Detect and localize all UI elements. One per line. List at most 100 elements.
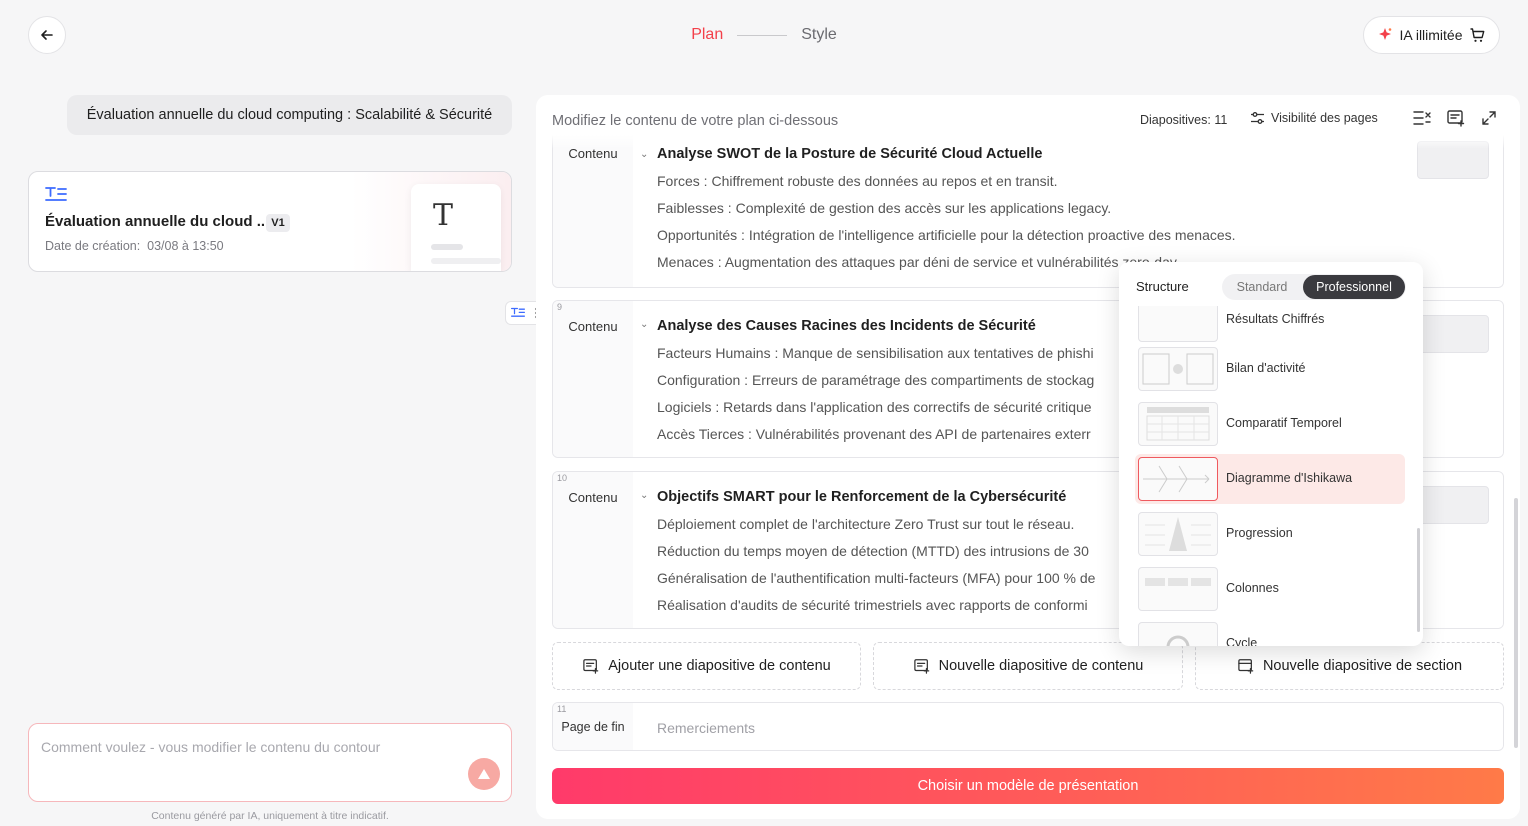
structure-option-label: Cycle bbox=[1226, 636, 1258, 646]
outline-card[interactable]: Évaluation annuelle du cloud ... V1 Date… bbox=[28, 171, 512, 272]
section-slide-icon bbox=[1238, 659, 1254, 674]
slide-bullet[interactable]: Logiciels : Retards dans l'application d… bbox=[657, 399, 1092, 415]
new-section-slide-button[interactable]: Nouvelle diapositive de section bbox=[1195, 642, 1504, 690]
slide-bullet[interactable]: Accès Tierces : Vulnérabilités provenant… bbox=[657, 426, 1091, 442]
thumb-bar bbox=[431, 258, 501, 264]
structure-option[interactable]: Comparatif Temporel bbox=[1135, 399, 1405, 449]
prompt-placeholder: Comment voulez - vous modifier le conten… bbox=[41, 739, 381, 755]
stepper: Plan Style bbox=[0, 0, 1528, 70]
step-style[interactable]: Style bbox=[801, 26, 837, 44]
slide-bullet[interactable]: Réduction du temps moyen de détection (M… bbox=[657, 543, 1089, 559]
structure-thumbnail bbox=[1138, 306, 1218, 342]
slide-type: Contenu bbox=[568, 319, 618, 334]
panel-hint: Modifiez le contenu de votre plan ci-des… bbox=[552, 113, 839, 129]
step-divider bbox=[737, 34, 788, 36]
new-content-slide-button[interactable]: Nouvelle diapositive de contenu bbox=[873, 642, 1183, 690]
slide-bullet[interactable]: Configuration : Erreurs de paramétrage d… bbox=[657, 372, 1094, 388]
step-plan[interactable]: Plan bbox=[691, 26, 723, 44]
structure-option-selected[interactable]: Diagramme d'Ishikawa bbox=[1135, 454, 1405, 504]
structure-option[interactable]: Cycle bbox=[1135, 619, 1405, 646]
structure-option[interactable]: Bilan d'activité bbox=[1135, 344, 1405, 394]
thumb-bar bbox=[431, 244, 463, 250]
slide-bullet[interactable]: Opportunités : Intégration de l'intellig… bbox=[657, 227, 1236, 243]
topic-text: Évaluation annuelle du cloud computing :… bbox=[86, 107, 493, 123]
choose-template-button[interactable]: Choisir un modèle de présentation bbox=[552, 768, 1504, 804]
sliders-icon bbox=[1251, 112, 1264, 124]
outline-icon bbox=[510, 307, 525, 317]
slide-bullet[interactable]: Forces : Chiffrement robuste des données… bbox=[657, 173, 1058, 189]
add-content-slide-button[interactable]: Ajouter une diapositive de contenu bbox=[552, 642, 861, 690]
version-badge: V1 bbox=[266, 214, 290, 232]
chevron-down-icon[interactable]: ⌄ bbox=[640, 490, 648, 501]
slide-type: Contenu bbox=[568, 490, 618, 505]
structure-option-label: Progression bbox=[1226, 526, 1293, 540]
structure-option-label: Diagramme d'Ishikawa bbox=[1226, 471, 1353, 485]
slide-title[interactable]: Objectifs SMART pour le Renforcement de … bbox=[657, 489, 1066, 505]
popup-scrollbar[interactable] bbox=[1417, 528, 1420, 632]
add-button-label: Nouvelle diapositive de contenu bbox=[938, 658, 1144, 674]
sparkle-icon bbox=[1379, 28, 1392, 40]
structure-option-label: Résultats Chiffrés bbox=[1226, 312, 1325, 326]
send-icon bbox=[478, 769, 490, 779]
slide-bullet[interactable]: Menaces : Augmentation des attaques par … bbox=[657, 254, 1180, 270]
collapse-list-icon[interactable] bbox=[1412, 109, 1432, 127]
topic-chip: Évaluation annuelle du cloud computing :… bbox=[67, 95, 512, 135]
structure-option-label: Comparatif Temporel bbox=[1226, 416, 1342, 430]
slide-number: 11 bbox=[557, 704, 567, 714]
add-button-label: Nouvelle diapositive de section bbox=[1262, 658, 1463, 674]
doc-date: Date de création: 03/08 à 13:50 bbox=[45, 239, 224, 253]
page-scrollbar[interactable] bbox=[1514, 498, 1518, 748]
layout-thumbnail[interactable] bbox=[1417, 486, 1489, 524]
slide-bullet[interactable]: Réalisation d'audits de sécurité trimest… bbox=[657, 597, 1088, 613]
add-slide-icon[interactable] bbox=[1446, 109, 1466, 127]
chevron-down-icon[interactable]: ⌄ bbox=[640, 319, 648, 330]
prompt-input[interactable]: Comment voulez - vous modifier le conten… bbox=[28, 723, 512, 802]
chevron-down-icon[interactable]: ⌄ bbox=[640, 149, 648, 160]
structure-popup: Structure Standard Professionnel Résulta… bbox=[1119, 262, 1423, 646]
structure-thumbnail bbox=[1138, 347, 1218, 391]
panel-toolbar bbox=[1412, 109, 1498, 127]
scroll-fade bbox=[552, 135, 1504, 149]
structure-option[interactable]: Résultats Chiffrés bbox=[1135, 306, 1405, 345]
slide-body: Remerciements bbox=[633, 703, 1503, 750]
send-button[interactable] bbox=[468, 758, 500, 790]
structure-option[interactable]: Colonnes bbox=[1135, 564, 1405, 614]
add-button-label: Ajouter une diapositive de contenu bbox=[608, 658, 831, 674]
slide-number: 9 bbox=[557, 302, 563, 312]
outline-icon bbox=[45, 187, 67, 201]
page-visibility-button[interactable]: Visibilité des pages bbox=[1250, 111, 1378, 125]
date-label: Date de création: bbox=[45, 239, 141, 253]
add-slide-icon bbox=[913, 659, 929, 674]
structure-option[interactable]: Progression bbox=[1135, 509, 1405, 559]
ai-disclaimer: Contenu généré par IA, uniquement à titr… bbox=[151, 810, 389, 822]
thumb-letter: T bbox=[433, 198, 454, 233]
slide-bullet[interactable]: Faiblesses : Complexité de gestion des a… bbox=[657, 200, 1111, 216]
slide-bullet[interactable]: Déploiement complet de l'architecture Ze… bbox=[657, 516, 1074, 532]
structure-thumbnail bbox=[1138, 457, 1218, 501]
slides-count: Diapositives: 11 bbox=[1140, 113, 1228, 127]
structure-thumbnail bbox=[1138, 622, 1218, 646]
expand-icon[interactable] bbox=[1480, 109, 1498, 127]
slide-bullet[interactable]: Généralisation de l'authentification mul… bbox=[657, 570, 1095, 586]
structure-option-label: Colonnes bbox=[1226, 581, 1279, 595]
slide-title[interactable]: Analyse des Causes Racines des Incidents… bbox=[657, 318, 1036, 334]
tab-standard[interactable]: Standard bbox=[1222, 274, 1302, 300]
slide-number: 10 bbox=[557, 473, 568, 483]
ia-unlimited-button[interactable]: IA illimitée bbox=[1363, 16, 1500, 54]
add-slide-icon bbox=[583, 659, 599, 674]
structure-tabs: Standard Professionnel bbox=[1222, 274, 1406, 300]
structure-thumbnail bbox=[1138, 512, 1218, 556]
end-slide-card[interactable]: 11 Page de fin Remerciements bbox=[552, 702, 1504, 751]
slide-type: Page de fin bbox=[561, 720, 625, 734]
structure-list: Résultats Chiffrés Bilan d'activité Comp… bbox=[1119, 306, 1423, 646]
structure-label: Structure bbox=[1136, 279, 1189, 294]
ia-label: IA illimitée bbox=[1399, 27, 1463, 43]
doc-thumbnail: T bbox=[411, 184, 501, 271]
structure-thumbnail bbox=[1138, 402, 1218, 446]
visibility-label: Visibilité des pages bbox=[1271, 111, 1378, 125]
end-slide-title[interactable]: Remerciements bbox=[657, 720, 755, 736]
layout-thumbnail[interactable] bbox=[1417, 315, 1489, 353]
tab-professionnel[interactable]: Professionnel bbox=[1303, 275, 1405, 299]
structure-option-label: Bilan d'activité bbox=[1226, 361, 1306, 375]
slide-bullet[interactable]: Facteurs Humains : Manque de sensibilisa… bbox=[657, 345, 1094, 361]
